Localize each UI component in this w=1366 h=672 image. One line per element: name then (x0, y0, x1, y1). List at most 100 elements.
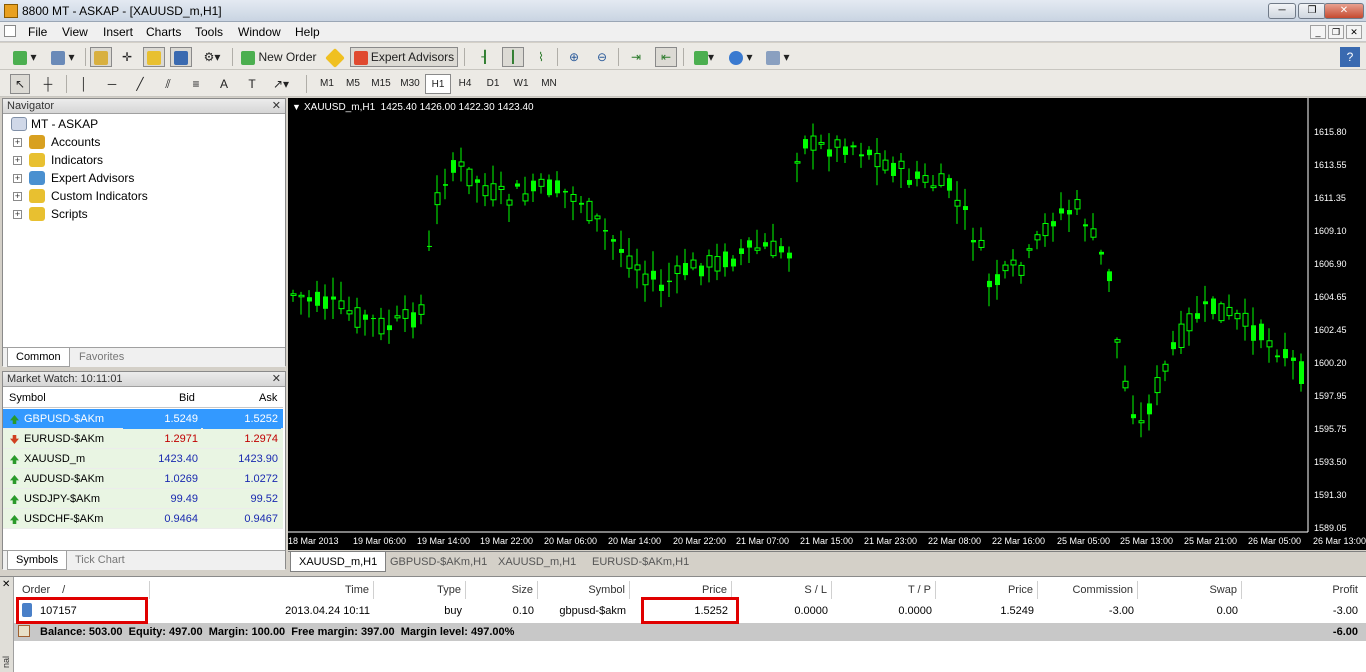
column-current-price[interactable]: Price (936, 581, 1038, 599)
timeframe-h4[interactable]: H4 (452, 74, 478, 94)
new-order-button[interactable]: New Order (238, 47, 320, 67)
column-commission[interactable]: Commission (1038, 581, 1138, 599)
metaeditor-icon[interactable] (324, 47, 346, 68)
navigator-root[interactable]: MT - ASKAP (3, 115, 283, 133)
timeframe-w1[interactable]: W1 (508, 74, 534, 94)
time-tick-label: 19 Mar 14:00 (417, 536, 471, 546)
column-ask[interactable]: Ask (259, 392, 277, 404)
price-chart[interactable]: ▼ XAUUSD_m,H1 1425.40 1426.00 1422.30 14… (288, 98, 1366, 550)
bar-chart-icon[interactable]: ┨ (474, 47, 496, 67)
expert-advisors-button[interactable]: Expert Advisors (350, 47, 458, 67)
mdi-restore-button[interactable]: ❐ (1328, 25, 1344, 39)
timeframe-m15[interactable]: M15 (367, 74, 395, 94)
menu-help[interactable]: Help (295, 25, 320, 39)
market-watch-row[interactable]: XAUUSD_m 1423.40 1423.90 (3, 449, 283, 469)
strategy-tester-icon[interactable]: ⚙▾ (197, 47, 227, 67)
chart-tab-xauusd-m-h1-2[interactable]: XAUUSD_m,H1 (490, 552, 584, 572)
column-size[interactable]: Size (466, 581, 538, 599)
fibonacci-icon[interactable]: ≡ (186, 74, 206, 94)
arrows-icon[interactable]: ↗▾ (268, 74, 294, 94)
zoom-in-icon[interactable]: ⊕ (563, 47, 585, 67)
timeframe-h1[interactable]: H1 (425, 74, 451, 94)
tab-favorites[interactable]: Favorites (71, 348, 132, 367)
expand-icon[interactable]: + (13, 138, 22, 147)
market-watch-row[interactable]: AUDUSD-$AKm 1.0269 1.0272 (3, 469, 283, 489)
timeframe-d1[interactable]: D1 (480, 74, 506, 94)
column-symbol[interactable]: Symbol (538, 581, 630, 599)
timeframe-m5[interactable]: M5 (340, 74, 366, 94)
terminal-toggle-icon[interactable] (170, 47, 192, 67)
templates-button[interactable]: ▾ (762, 47, 794, 67)
menu-view[interactable]: View (62, 25, 88, 39)
help-icon[interactable]: ? (1340, 47, 1360, 67)
crosshair-icon[interactable]: ┼ (38, 74, 58, 94)
menu-charts[interactable]: Charts (146, 25, 181, 39)
menu-insert[interactable]: Insert (103, 25, 133, 39)
menu-window[interactable]: Window (238, 25, 281, 39)
chart-tab-xauusd-m-h1[interactable]: XAUUSD_m,H1 (290, 552, 387, 572)
candlestick-chart-icon[interactable]: ┃ (502, 47, 524, 67)
restore-button[interactable]: ❐ (1298, 3, 1326, 19)
column-swap[interactable]: Swap (1138, 581, 1242, 599)
column-sl[interactable]: S / L (732, 581, 832, 599)
line-chart-icon[interactable]: ⌇ (530, 47, 552, 67)
expand-icon[interactable]: + (13, 156, 22, 165)
timeframe-mn[interactable]: MN (536, 74, 562, 94)
zoom-out-icon[interactable]: ⊖ (591, 47, 613, 67)
market-watch-row[interactable]: USDJPY-$AKm 99.49 99.52 (3, 489, 283, 509)
navigator-toggle-icon[interactable] (143, 47, 165, 67)
navigator-close-icon[interactable]: ✕ (272, 99, 281, 113)
column-time[interactable]: Time (150, 581, 374, 599)
menu-file[interactable]: File (28, 25, 47, 39)
tab-tick-chart[interactable]: Tick Chart (67, 551, 133, 570)
chart-shift-icon[interactable]: ⇤ (655, 47, 677, 67)
expand-icon[interactable]: + (13, 192, 22, 201)
navigator-item-custom-indicators[interactable]: + Custom Indicators (3, 187, 283, 205)
column-symbol[interactable]: Symbol (9, 392, 46, 404)
text-icon[interactable]: A (214, 74, 234, 94)
timeframe-m30[interactable]: M30 (396, 74, 424, 94)
auto-scroll-icon[interactable]: ⇥ (625, 47, 647, 67)
tab-symbols[interactable]: Symbols (7, 551, 68, 570)
row-symbol: GBPUSD-$AKm (24, 413, 105, 425)
cursor-icon[interactable]: ↖ (10, 74, 30, 94)
periods-button[interactable]: ▾ (724, 47, 758, 67)
mdi-close-button[interactable]: ✕ (1346, 25, 1362, 39)
terminal-close-icon[interactable]: ✕ (2, 579, 10, 590)
minimize-button[interactable]: ─ (1268, 3, 1296, 19)
market-watch-row[interactable]: USDCHF-$AKm 0.9464 0.9467 (3, 509, 283, 529)
chart-tab-eurusd-h1[interactable]: EURUSD-$AKm,H1 (584, 552, 697, 572)
vertical-line-icon[interactable]: │ (74, 74, 94, 94)
menu-tools[interactable]: Tools (195, 25, 223, 39)
navigator-item-scripts[interactable]: + Scripts (3, 205, 283, 223)
close-button[interactable]: ✕ (1324, 3, 1364, 19)
candle-body (1138, 420, 1145, 424)
mdi-minimize-button[interactable]: _ (1310, 25, 1326, 39)
column-tp[interactable]: T / P (832, 581, 936, 599)
expand-icon[interactable]: + (13, 210, 22, 219)
profiles-button[interactable]: ▾ (46, 47, 80, 67)
horizontal-line-icon[interactable]: ─ (102, 74, 122, 94)
candle-body (619, 248, 624, 253)
text-label-icon[interactable]: T (242, 74, 262, 94)
indicators-list-button[interactable]: ▾ (689, 47, 719, 67)
market-watch-toggle-icon[interactable] (90, 47, 112, 67)
new-chart-button[interactable]: ▾ (8, 47, 42, 67)
navigator-item-indicators[interactable]: + Indicators (3, 151, 283, 169)
market-watch-close-icon[interactable]: ✕ (272, 372, 281, 386)
column-type[interactable]: Type (374, 581, 466, 599)
chart-tab-gbpusd-h1[interactable]: GBPUSD-$AKm,H1 (382, 552, 495, 572)
navigator-item-accounts[interactable]: + Accounts (3, 133, 283, 151)
timeframe-m1[interactable]: M1 (314, 74, 340, 94)
equidistant-channel-icon[interactable]: ⫽ (158, 74, 178, 94)
data-window-icon[interactable]: ✛ (116, 47, 138, 67)
tab-common[interactable]: Common (7, 348, 70, 367)
document-icon[interactable] (4, 25, 16, 37)
column-bid[interactable]: Bid (179, 392, 195, 404)
expand-icon[interactable]: + (13, 174, 22, 183)
trendline-icon[interactable]: ╱ (130, 74, 150, 94)
column-profit[interactable]: Profit (1242, 581, 1362, 599)
market-watch-row[interactable]: EURUSD-$AKm 1.2971 1.2974 (3, 429, 283, 449)
navigator-item-expert-advisors[interactable]: + Expert Advisors (3, 169, 283, 187)
market-watch-row[interactable]: GBPUSD-$AKm 1.5249 1.5252 (3, 409, 283, 429)
